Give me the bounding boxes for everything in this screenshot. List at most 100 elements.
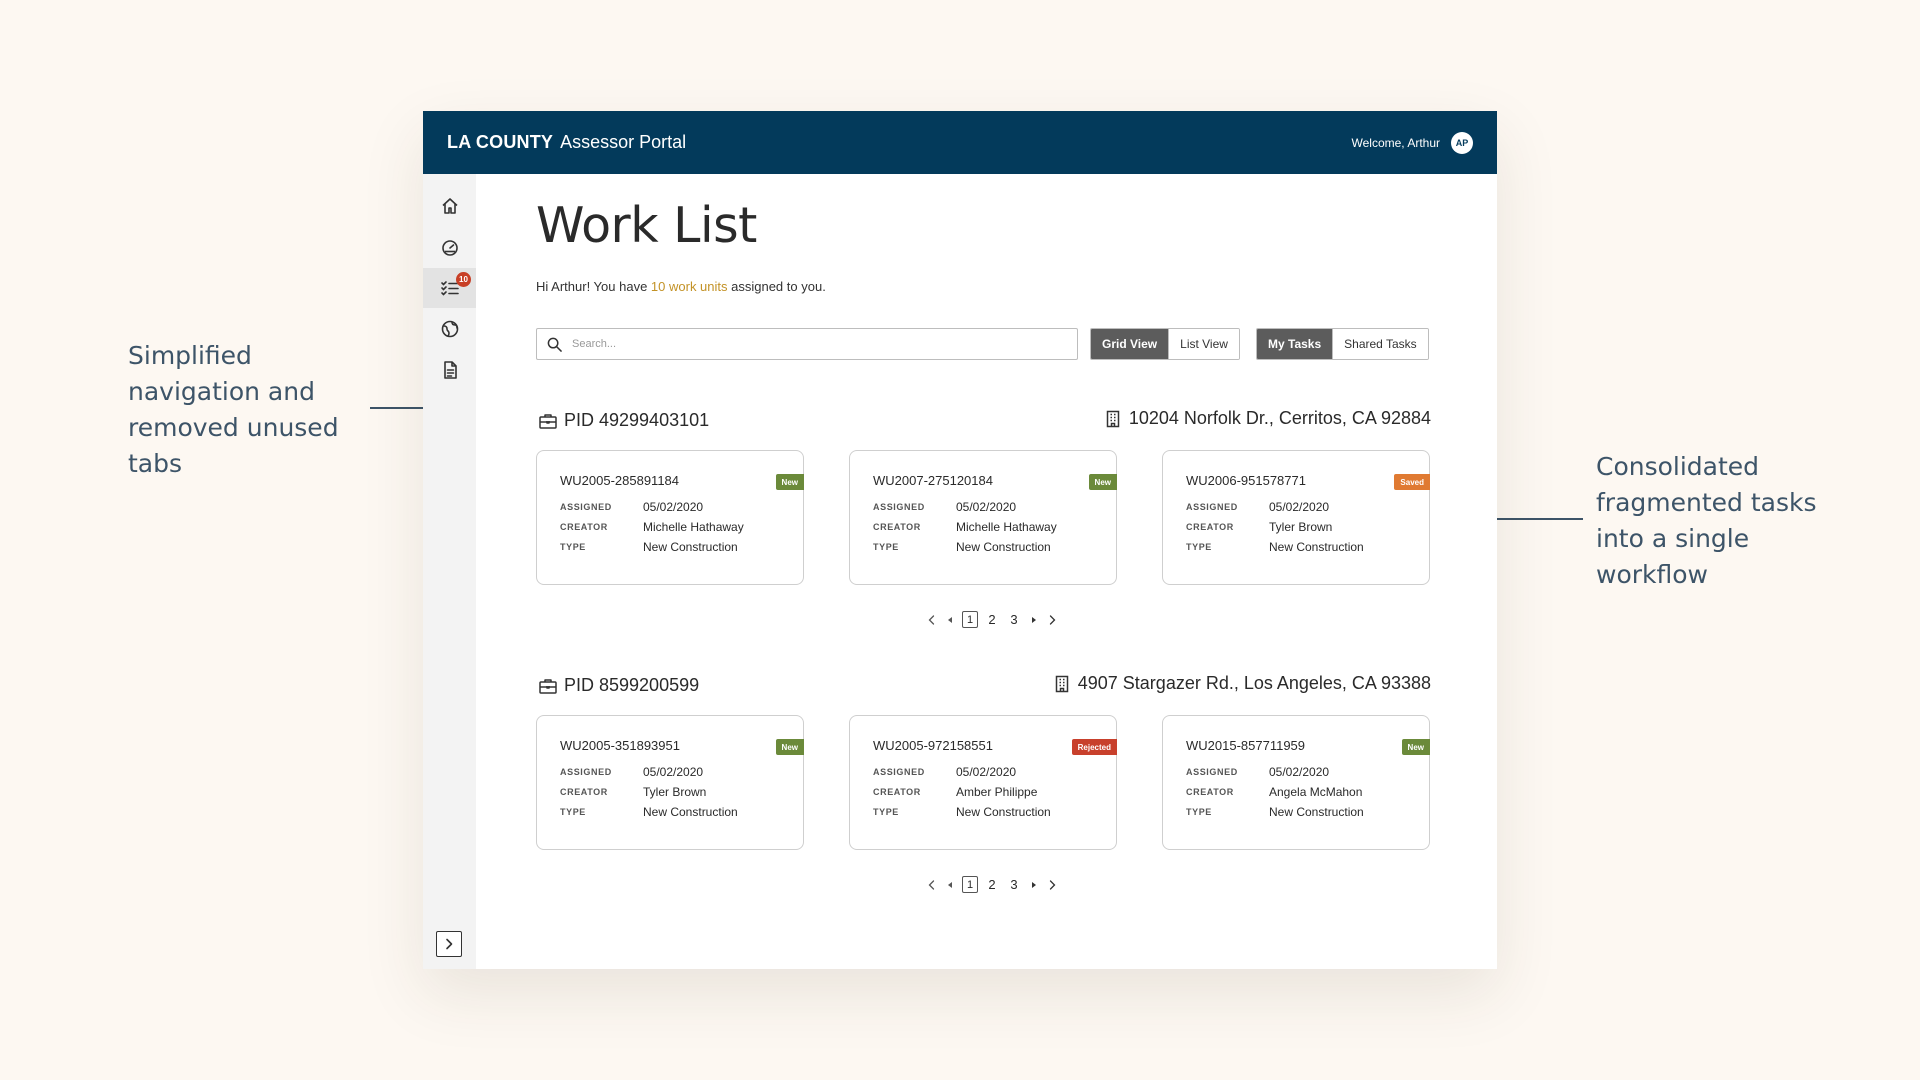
creator-label: CREATOR	[560, 522, 608, 532]
type-value: New Construction	[643, 805, 738, 819]
top-bar: LA COUNTY Assessor Portal Welcome, Arthu…	[423, 111, 1497, 174]
avatar[interactable]: AP	[1451, 131, 1473, 154]
view-toggle: Grid View List View	[1090, 328, 1240, 360]
sidebar-item-home[interactable]	[423, 186, 476, 226]
brand-county: LA COUNTY	[447, 132, 554, 152]
page-3-button[interactable]: 3	[1006, 611, 1022, 628]
address-label: 10204 Norfolk Dr., Cerritos, CA 92884	[1128, 408, 1431, 428]
type-label: TYPE	[873, 807, 899, 817]
assigned-label: ASSIGNED	[560, 767, 612, 777]
page-2-button[interactable]: 2	[984, 876, 1000, 893]
work-list-badge: 10	[456, 272, 471, 287]
work-unit-card[interactable]: WU2005-972158551 Rejected ASSIGNED 05/02/…	[849, 715, 1117, 850]
pagination: 1 2 3	[926, 611, 1058, 628]
greeting-suffix: assigned to you.	[727, 279, 826, 294]
welcome-text: Welcome, Arthur	[1351, 135, 1440, 150]
speedometer-icon	[441, 240, 458, 256]
list-view-button[interactable]: List View	[1168, 329, 1239, 359]
building-icon	[1055, 675, 1068, 692]
type-value: New Construction	[1269, 805, 1364, 819]
page-title: Work List	[536, 197, 757, 254]
home-icon	[441, 198, 458, 214]
assigned-label: ASSIGNED	[1186, 502, 1238, 512]
pid-heading: PID 49299403101	[538, 410, 709, 431]
chevron-right-icon[interactable]	[1046, 879, 1058, 891]
globe-icon	[441, 320, 458, 338]
type-value: New Construction	[1269, 540, 1364, 554]
creator-label: CREATOR	[873, 787, 921, 797]
sidebar-item-dashboard[interactable]	[423, 227, 476, 267]
my-tasks-button[interactable]: My Tasks	[1257, 329, 1333, 359]
type-label: TYPE	[560, 542, 586, 552]
address-heading: 10204 Norfolk Dr., Cerritos, CA 92884	[1105, 408, 1431, 429]
search-input[interactable]	[572, 338, 1067, 350]
status-badge: New	[1401, 739, 1430, 755]
work-unit-cards: WU2005-285891184 New ASSIGNED 05/02/2020 …	[536, 450, 1430, 585]
work-unit-card[interactable]: WU2005-285891184 New ASSIGNED 05/02/2020 …	[536, 450, 804, 585]
main-content: Work List Hi Arthur! You have 10 work un…	[536, 174, 1431, 969]
page-1-button[interactable]: 1	[962, 876, 978, 893]
work-unit-cards: WU2005-351893951 New ASSIGNED 05/02/2020 …	[536, 715, 1430, 850]
work-unit-card[interactable]: WU2015-857711959 New ASSIGNED 05/02/2020 …	[1162, 715, 1430, 850]
assigned-value: 05/02/2020	[643, 765, 704, 779]
caret-left-icon[interactable]	[944, 614, 956, 626]
shared-tasks-button[interactable]: Shared Tasks	[1332, 329, 1428, 359]
creator-value: Michelle Hathaway	[956, 520, 1057, 534]
type-value: New Construction	[956, 540, 1051, 554]
caret-left-icon[interactable]	[944, 879, 956, 891]
pid-heading: PID 8599200599	[538, 675, 699, 696]
page-2-button[interactable]: 2	[984, 611, 1000, 628]
work-unit-id: WU2005-351893951	[560, 738, 680, 753]
caret-right-icon[interactable]	[1028, 614, 1040, 626]
creator-value: Michelle Hathaway	[643, 520, 744, 534]
search-box[interactable]	[536, 328, 1078, 360]
page-3-button[interactable]: 3	[1006, 876, 1022, 893]
creator-value: Angela McMahon	[1269, 785, 1363, 799]
chevron-left-icon[interactable]	[926, 879, 938, 891]
work-unit-id: WU2015-857711959	[1186, 738, 1306, 753]
app-window: LA COUNTY Assessor Portal Welcome, Arthu…	[423, 111, 1497, 969]
work-unit-id: WU2006-951578771	[1186, 473, 1306, 488]
chevron-left-icon[interactable]	[926, 614, 938, 626]
status-badge: Rejected	[1071, 739, 1117, 755]
pid-label: PID 8599200599	[564, 675, 700, 695]
grid-view-button[interactable]: Grid View	[1091, 329, 1169, 359]
search-icon	[547, 337, 562, 352]
type-label: TYPE	[873, 542, 899, 552]
chevron-right-icon[interactable]	[1046, 614, 1058, 626]
type-label: TYPE	[1186, 542, 1212, 552]
pagination: 1 2 3	[926, 876, 1058, 893]
creator-label: CREATOR	[560, 787, 608, 797]
work-unit-card[interactable]: WU2006-951578771 Saved ASSIGNED 05/02/202…	[1162, 450, 1430, 585]
annotation-left: Simplified navigation and removed unused…	[128, 341, 339, 478]
assigned-value: 05/02/2020	[956, 765, 1017, 779]
briefcase-icon	[539, 678, 557, 694]
assigned-label: ASSIGNED	[873, 767, 925, 777]
work-unit-count[interactable]: 10 work units	[651, 279, 728, 294]
annotation-right: Consolidated fragmented tasks into a sin…	[1596, 452, 1817, 589]
assigned-value: 05/02/2020	[1269, 765, 1330, 779]
assigned-label: ASSIGNED	[873, 502, 925, 512]
type-value: New Construction	[956, 805, 1051, 819]
creator-label: CREATOR	[1186, 522, 1234, 532]
creator-value: Tyler Brown	[643, 785, 707, 799]
pid-label: PID 49299403101	[564, 410, 710, 430]
sidebar-item-documents[interactable]	[423, 350, 476, 390]
work-unit-id: WU2007-275120184	[873, 473, 993, 488]
assigned-label: ASSIGNED	[1186, 767, 1238, 777]
caret-right-icon[interactable]	[1028, 879, 1040, 891]
address-label: 4907 Stargazer Rd., Los Angeles, CA 9338…	[1077, 673, 1431, 693]
greeting-prefix: Hi Arthur! You have	[536, 279, 651, 294]
creator-label: CREATOR	[1186, 787, 1234, 797]
status-badge: New	[775, 474, 804, 490]
page-1-button[interactable]: 1	[962, 611, 978, 628]
work-unit-card[interactable]: WU2005-351893951 New ASSIGNED 05/02/2020 …	[536, 715, 804, 850]
assigned-value: 05/02/2020	[956, 500, 1017, 514]
sidebar-item-map[interactable]	[423, 309, 476, 349]
creator-label: CREATOR	[873, 522, 921, 532]
sidebar-item-work-list[interactable]: 10	[423, 268, 476, 308]
work-unit-card[interactable]: WU2007-275120184 New ASSIGNED 05/02/2020 …	[849, 450, 1117, 585]
expand-sidebar-button[interactable]	[436, 931, 462, 957]
sidebar: 10	[423, 174, 476, 969]
chevron-right-icon	[446, 938, 453, 950]
